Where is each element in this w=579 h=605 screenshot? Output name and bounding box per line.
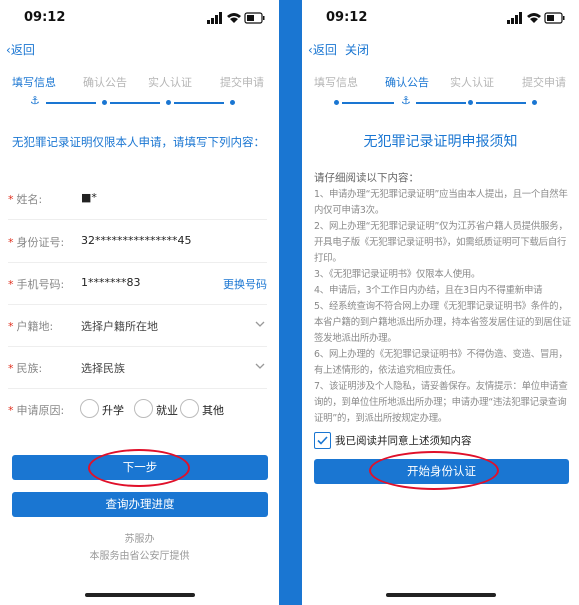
step-line xyxy=(342,102,394,104)
step-face-auth: 实人认证 xyxy=(148,76,192,89)
back-label: 返回 xyxy=(10,43,35,57)
nav-bar: ‹返回 关闭 xyxy=(302,38,579,62)
notice-text: 无犯罪记录证明仅限本人申请，请填写下列内容： xyxy=(12,135,265,149)
step-line xyxy=(416,102,466,104)
step-line xyxy=(46,102,96,104)
step-dot xyxy=(468,100,473,105)
back-label: 返回 xyxy=(312,43,337,57)
step-indicator: 填写信息 确认公告 实人认证 提交申请 ⚓ xyxy=(0,74,279,114)
reason-label: 申请原因: xyxy=(16,404,65,417)
id-value: 32***************45 xyxy=(81,234,192,247)
required-mark: * xyxy=(8,193,14,206)
required-mark: * xyxy=(8,404,14,417)
step-line xyxy=(174,102,224,104)
required-mark: * xyxy=(8,362,14,375)
step-confirm-notice: 确认公告 xyxy=(83,76,127,89)
radio-circle-icon xyxy=(180,399,199,418)
id-label: 身份证号: xyxy=(16,236,65,249)
rule-item: 1、申请办理“无犯罪记录证明”应当由本人提出，且一个自然年内仅可申请3次。 xyxy=(314,189,568,216)
checkmark-icon xyxy=(317,436,328,445)
required-mark: * xyxy=(8,236,14,249)
name-value: ■* xyxy=(81,191,97,204)
required-mark: * xyxy=(8,320,14,333)
step-fill-info: 填写信息 xyxy=(12,76,56,89)
step-submit: 提交申请 xyxy=(220,76,264,89)
phone-row: * 手机号码: 1*******83 更换号码 xyxy=(8,264,267,305)
step-line xyxy=(110,102,160,104)
home-indicator xyxy=(385,593,496,597)
anchor-icon: ⚓ xyxy=(30,94,40,107)
hukou-select[interactable]: 选择户籍所在地 xyxy=(81,318,158,334)
ethnicity-row[interactable]: * 民族: 选择民族 xyxy=(8,348,267,389)
highlight-circle xyxy=(88,449,190,487)
ethnicity-label: 民族: xyxy=(16,362,43,375)
step-dot xyxy=(230,100,235,105)
read-hint: 请仔细阅读以下内容： xyxy=(314,172,419,184)
footer-provider: 本服务由省公安厅提供 xyxy=(89,551,190,562)
rule-item: 3、《无犯罪记录证明书》仅限本人使用。 xyxy=(314,269,481,280)
rule-item: 4、申请后，3个工作日内办结，且在3日内不得重新申请 xyxy=(314,285,543,296)
close-button[interactable]: 关闭 xyxy=(345,41,369,58)
system-status-icons xyxy=(207,12,265,24)
radio-circle-icon xyxy=(134,399,153,418)
step-submit: 提交申请 xyxy=(522,76,566,89)
chevron-down-icon xyxy=(255,363,265,369)
query-progress-button[interactable]: 查询办理进度 xyxy=(12,492,268,517)
highlight-circle xyxy=(369,451,499,490)
hukou-label: 户籍地: xyxy=(16,320,54,333)
status-bar: 09:12 xyxy=(302,0,579,36)
rule-item: 6、网上办理的《无犯罪记录证明书》不得伪造、变造、冒用，有上述情形的，依法追究相… xyxy=(314,349,568,376)
step-dot xyxy=(334,100,339,105)
step-dot xyxy=(532,100,537,105)
back-button[interactable]: ‹返回 xyxy=(6,41,35,58)
phone-label: 手机号码: xyxy=(16,278,65,291)
status-time: 09:12 xyxy=(326,10,368,25)
rule-item: 5、经系统查询不符合网上办理《无犯罪记录证明书》条件的，本省户籍的到户籍地派出所… xyxy=(314,301,571,344)
status-time: 09:12 xyxy=(24,10,66,25)
hukou-row[interactable]: * 户籍地: 选择户籍所在地 xyxy=(8,306,267,347)
system-status-icons xyxy=(507,12,565,24)
reason-row: * 申请原因: 升学 就业 其他 xyxy=(8,390,267,430)
step-fill-info: 填写信息 xyxy=(314,76,358,89)
change-phone-link[interactable]: 更换号码 xyxy=(223,276,267,292)
rules-list: 1、申请办理“无犯罪记录证明”应当由本人提出，且一个自然年内仅可申请3次。 2、… xyxy=(314,187,572,427)
step-indicator: 填写信息 确认公告 实人认证 提交申请 ⚓ xyxy=(302,74,579,114)
footer-app-name: 苏服办 xyxy=(124,534,155,545)
step-confirm-notice: 确认公告 xyxy=(385,76,429,89)
radio-circle-icon xyxy=(80,399,99,418)
left-screen: 09:12 ‹返回 填写信息 确认公告 实人认证 提交申请 ⚓ 无犯罪记录证明仅… xyxy=(0,0,279,605)
step-dot xyxy=(166,100,171,105)
name-row: * 姓名: ■* xyxy=(8,179,267,220)
right-screen: 09:12 ‹返回 关闭 填写信息 确认公告 实人认证 提交申请 ⚓ 无犯罪记录… xyxy=(302,0,579,605)
back-button[interactable]: ‹返回 xyxy=(308,41,337,58)
step-dot xyxy=(102,100,107,105)
anchor-icon: ⚓ xyxy=(401,94,411,107)
notice-title: 无犯罪记录证明申报须知 xyxy=(363,134,518,150)
required-mark: * xyxy=(8,278,14,291)
agree-checkbox[interactable] xyxy=(314,432,331,449)
id-row: * 身份证号: 32***************45 xyxy=(8,222,267,263)
name-label: 姓名: xyxy=(16,193,43,206)
step-line xyxy=(476,102,526,104)
phone-value: 1*******83 xyxy=(81,276,141,289)
step-face-auth: 实人认证 xyxy=(450,76,494,89)
rule-item: 7、该证明涉及个人隐私，请妥善保存。友情提示：单位申请查询的，到单位住所地派出所… xyxy=(314,381,568,424)
rule-item: 2、网上办理“无犯罪记录证明”仅为江苏省户籍人员提供服务，开具电子版《无犯罪记录… xyxy=(314,221,568,264)
ethnicity-select[interactable]: 选择民族 xyxy=(81,360,125,376)
home-indicator xyxy=(84,593,195,597)
status-bar: 09:12 xyxy=(0,0,279,36)
chevron-down-icon xyxy=(255,321,265,327)
agree-label: 我已阅读并同意上述须知内容 xyxy=(335,435,472,447)
nav-bar: ‹返回 xyxy=(0,38,279,62)
